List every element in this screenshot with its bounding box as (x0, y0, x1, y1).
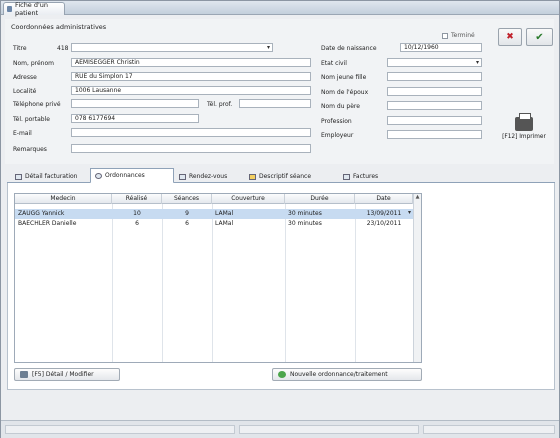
cell-date: 23/10/2011 (366, 220, 402, 227)
termine-box[interactable] (442, 32, 448, 39)
cell-duree: 30 minutes (288, 220, 322, 227)
table-scrollbar[interactable]: ▲ (413, 194, 421, 362)
printer-icon (515, 113, 533, 131)
window-title: Fiche d'un patient (15, 1, 49, 17)
tab-label: Factures (353, 173, 379, 180)
cell-duree: 30 minutes (288, 210, 322, 217)
col-realise[interactable]: Réalisé (112, 194, 162, 204)
table-row[interactable]: ZAUGG Yannick 10 9 LAMal 30 minutes 13/0… (15, 209, 413, 219)
tel-prof-label: Tél. prof. (207, 101, 233, 108)
nom-prenom-field[interactable]: AEMISEGGER Christin (71, 58, 311, 67)
tel-portable-label: Tél. portable (13, 116, 50, 123)
termine-checkbox[interactable]: Terminé (442, 32, 475, 39)
group-label: Coordonnées administratives (11, 23, 107, 31)
email-label: E-mail (13, 130, 32, 137)
window-tab[interactable]: Fiche d'un patient (3, 1, 65, 17)
localite-field[interactable]: 1006 Lausanne (71, 86, 311, 95)
invoice-icon (343, 173, 350, 180)
tab-factures[interactable]: Factures (339, 170, 382, 183)
nom-epoux-label: Nom de l'époux (321, 89, 369, 96)
tab-label: Ordonnances (105, 172, 145, 179)
date-naissance-label: Date de naissance (321, 45, 377, 52)
cell-couverture: LAMal (215, 210, 234, 217)
prescription-icon (95, 172, 102, 179)
nom-prenom-label: Nom, prénom (13, 60, 54, 67)
pencil-icon (249, 173, 256, 180)
remarques-label: Remarques (13, 146, 47, 153)
table-header: Medecin Réalisé Séances Couverture Durée… (15, 194, 421, 204)
cell-medecin: ZAUGG Yannick (18, 210, 65, 217)
nom-pere-field[interactable] (387, 101, 482, 110)
cell-seances: 6 (185, 220, 189, 227)
etat-civil-select[interactable] (387, 58, 482, 67)
remarques-field[interactable] (71, 144, 311, 153)
col-couverture[interactable]: Couverture (212, 194, 285, 204)
ordonnances-table[interactable]: Medecin Réalisé Séances Couverture Durée… (14, 193, 422, 363)
profession-label: Profession (321, 118, 352, 125)
nom-jeune-fille-label: Nom jeune fille (321, 74, 367, 81)
detail-modifier-button[interactable]: [F5] Détail / Modifier (14, 368, 120, 381)
tab-bar: Détail facturation Ordonnances Rendez-vo… (7, 168, 555, 184)
edit-icon (20, 371, 28, 378)
tab-ordonnances[interactable]: Ordonnances (90, 168, 174, 184)
ok-button[interactable]: ✔ (526, 28, 553, 46)
cell-date: 13/09/2011 (366, 210, 402, 217)
tel-prive-label: Téléphone privé (13, 101, 61, 108)
col-seances[interactable]: Séances (162, 194, 212, 204)
employeur-label: Employeur (321, 132, 354, 139)
col-medecin[interactable]: Medecin (15, 194, 112, 204)
add-icon (278, 371, 286, 378)
nom-jeune-fille-field[interactable] (387, 72, 482, 81)
date-naissance-field[interactable]: 10/12/1960 (400, 43, 482, 52)
table-row[interactable]: BAECHLER Danielle 6 6 LAMal 30 minutes 2… (15, 219, 413, 229)
patient-icon (7, 6, 13, 12)
etat-civil-label: Etat civil (321, 60, 347, 67)
adresse-label: Adresse (13, 74, 37, 81)
tel-prof-field[interactable] (239, 99, 311, 108)
employeur-field[interactable] (387, 130, 482, 139)
cell-couverture: LAMal (215, 220, 234, 227)
cell-seances: 9 (185, 210, 189, 217)
localite-label: Localité (13, 88, 37, 95)
title-bar: Fiche d'un patient (1, 1, 559, 17)
cancel-button[interactable]: ✖ (498, 28, 522, 46)
cell-medecin: BAECHLER Danielle (18, 220, 77, 227)
print-button[interactable]: [F12] Imprimer (495, 113, 553, 145)
status-bar (1, 420, 559, 438)
nom-epoux-field[interactable] (387, 87, 482, 96)
print-label: [F12] Imprimer (502, 134, 546, 140)
profession-field[interactable] (387, 116, 482, 125)
status-segment (5, 425, 235, 434)
termine-label: Terminé (451, 32, 475, 39)
tab-rendez-vous[interactable]: Rendez-vous (175, 170, 231, 183)
check-icon: ✔ (535, 31, 544, 43)
close-icon: ✖ (506, 32, 514, 42)
cell-realise: 10 (133, 210, 141, 217)
scroll-up-icon[interactable]: ▲ (414, 194, 421, 202)
titre-select[interactable] (71, 43, 273, 52)
detail-modifier-label: [F5] Détail / Modifier (32, 371, 94, 378)
adresse-field[interactable]: RUE du Simplon 17 (71, 72, 311, 81)
nom-pere-label: Nom du père (321, 103, 360, 110)
tab-label: Descriptif séance (259, 173, 312, 180)
status-segment (423, 425, 555, 434)
patient-window: Fiche d'un patient Coordonnées administr… (0, 0, 560, 438)
nouvelle-ordonnance-button[interactable]: Nouvelle ordonnance/traitement (272, 368, 422, 381)
titre-label: Titre (13, 45, 27, 52)
nouvelle-ordonnance-label: Nouvelle ordonnance/traitement (290, 371, 388, 378)
tab-descriptif-seance[interactable]: Descriptif séance (245, 170, 315, 183)
status-segment (239, 425, 419, 434)
billing-icon (15, 173, 22, 180)
col-date[interactable]: Date (355, 194, 413, 204)
tab-detail-facturation[interactable]: Détail facturation (11, 170, 81, 183)
email-field[interactable] (71, 128, 311, 137)
calendar-icon (179, 173, 186, 180)
tab-label: Détail facturation (25, 173, 78, 180)
tel-prive-field[interactable] (71, 99, 199, 108)
col-duree[interactable]: Durée (285, 194, 355, 204)
cell-realise: 6 (135, 220, 139, 227)
tel-portable-field[interactable]: 078 6177694 (71, 114, 199, 123)
titre-code: 418 (57, 45, 69, 52)
tab-label: Rendez-vous (189, 173, 228, 180)
